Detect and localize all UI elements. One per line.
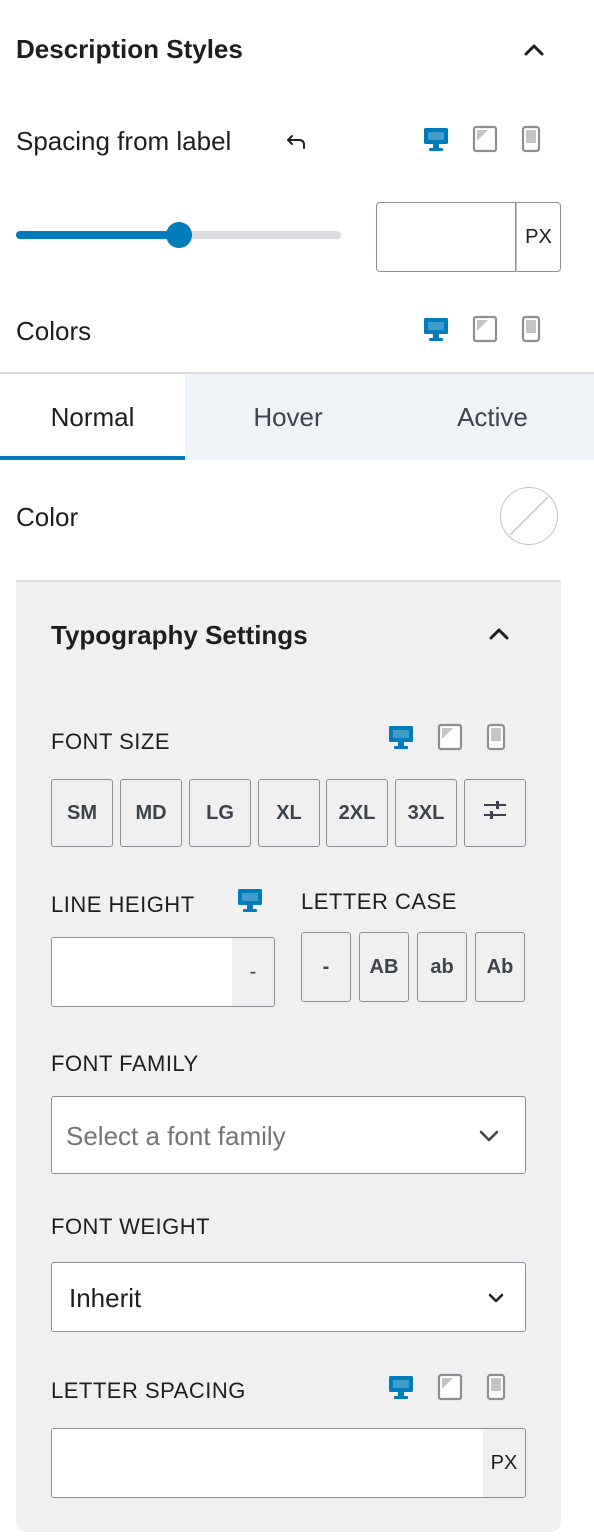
colors-label: Colors [16, 316, 92, 346]
tablet-icon[interactable] [472, 125, 498, 153]
desktop-icon[interactable] [236, 886, 264, 919]
font-size-custom-button[interactable] [464, 779, 526, 847]
reset-undo-icon[interactable] [284, 130, 308, 159]
mobile-icon[interactable] [520, 315, 542, 343]
tablet-icon[interactable] [472, 315, 498, 343]
font-family-placeholder: Select a font family [66, 1121, 286, 1151]
line-height-label: LINE HEIGHT [51, 892, 195, 917]
mobile-icon[interactable] [485, 1373, 507, 1401]
font-size-3xl-button[interactable]: 3XL [395, 779, 457, 847]
font-size-sm-button[interactable]: SM [51, 779, 113, 847]
letter-case-label: LETTER CASE [301, 889, 457, 914]
sliders-icon [482, 799, 508, 827]
section-title: Description Styles [16, 34, 243, 64]
color-label: Color [16, 502, 79, 532]
letter-case-upper-button[interactable]: AB [359, 932, 409, 1002]
desktop-icon[interactable] [387, 1373, 415, 1401]
font-weight-value: Inherit [69, 1283, 142, 1313]
font-family-select[interactable]: Select a font family [51, 1096, 526, 1174]
desktop-icon[interactable] [387, 723, 415, 751]
desktop-icon[interactable] [422, 125, 450, 153]
letter-spacing-field: PX [51, 1428, 526, 1498]
chevron-down-icon [477, 1123, 501, 1152]
desktop-icon[interactable] [422, 315, 450, 343]
spacing-unit-button[interactable]: PX [516, 202, 561, 272]
font-weight-label: FONT WEIGHT [51, 1214, 211, 1239]
font-size-xl-button[interactable]: XL [258, 779, 320, 847]
line-height-input[interactable] [52, 938, 232, 1006]
typography-collapse-chevron-up-icon[interactable] [485, 620, 513, 653]
device-switcher-colors [422, 315, 542, 343]
collapse-chevron-up-icon[interactable] [520, 36, 548, 64]
tab-active[interactable]: Active [391, 374, 594, 460]
tablet-icon[interactable] [437, 723, 463, 751]
tablet-icon[interactable] [437, 1373, 463, 1401]
spacing-label: Spacing from label [16, 126, 232, 156]
font-weight-select[interactable]: Inherit [51, 1262, 526, 1332]
line-height-field: - [51, 937, 275, 1007]
letter-spacing-input[interactable] [52, 1429, 483, 1497]
mobile-icon[interactable] [520, 125, 542, 153]
state-tabs: Normal Hover Active [0, 372, 594, 460]
spacing-number-input[interactable] [376, 202, 516, 272]
letter-case-lower-button[interactable]: ab [417, 932, 467, 1002]
mobile-icon[interactable] [485, 723, 507, 751]
letter-spacing-unit[interactable]: PX [483, 1429, 525, 1497]
font-family-label: FONT FAMILY [51, 1051, 199, 1076]
device-switcher-letter-spacing [387, 1373, 507, 1401]
letter-spacing-label: LETTER SPACING [51, 1378, 246, 1403]
device-switcher-font-size [387, 723, 507, 751]
slider-fill [16, 231, 179, 239]
letter-case-capitalize-button[interactable]: Ab [475, 932, 525, 1002]
line-height-unit[interactable]: - [232, 938, 274, 1006]
color-picker-swatch[interactable] [500, 487, 558, 545]
font-size-lg-button[interactable]: LG [189, 779, 251, 847]
tab-normal[interactable]: Normal [0, 374, 185, 460]
typography-title: Typography Settings [51, 620, 308, 650]
font-size-md-button[interactable]: MD [120, 779, 182, 847]
device-switcher-spacing [422, 125, 542, 153]
chevron-down-icon [485, 1287, 507, 1314]
slider-thumb[interactable] [165, 222, 192, 248]
tab-hover[interactable]: Hover [185, 374, 391, 460]
font-size-2xl-button[interactable]: 2XL [326, 779, 388, 847]
font-size-label: FONT SIZE [51, 729, 170, 754]
letter-case-none-button[interactable]: - [301, 932, 351, 1002]
